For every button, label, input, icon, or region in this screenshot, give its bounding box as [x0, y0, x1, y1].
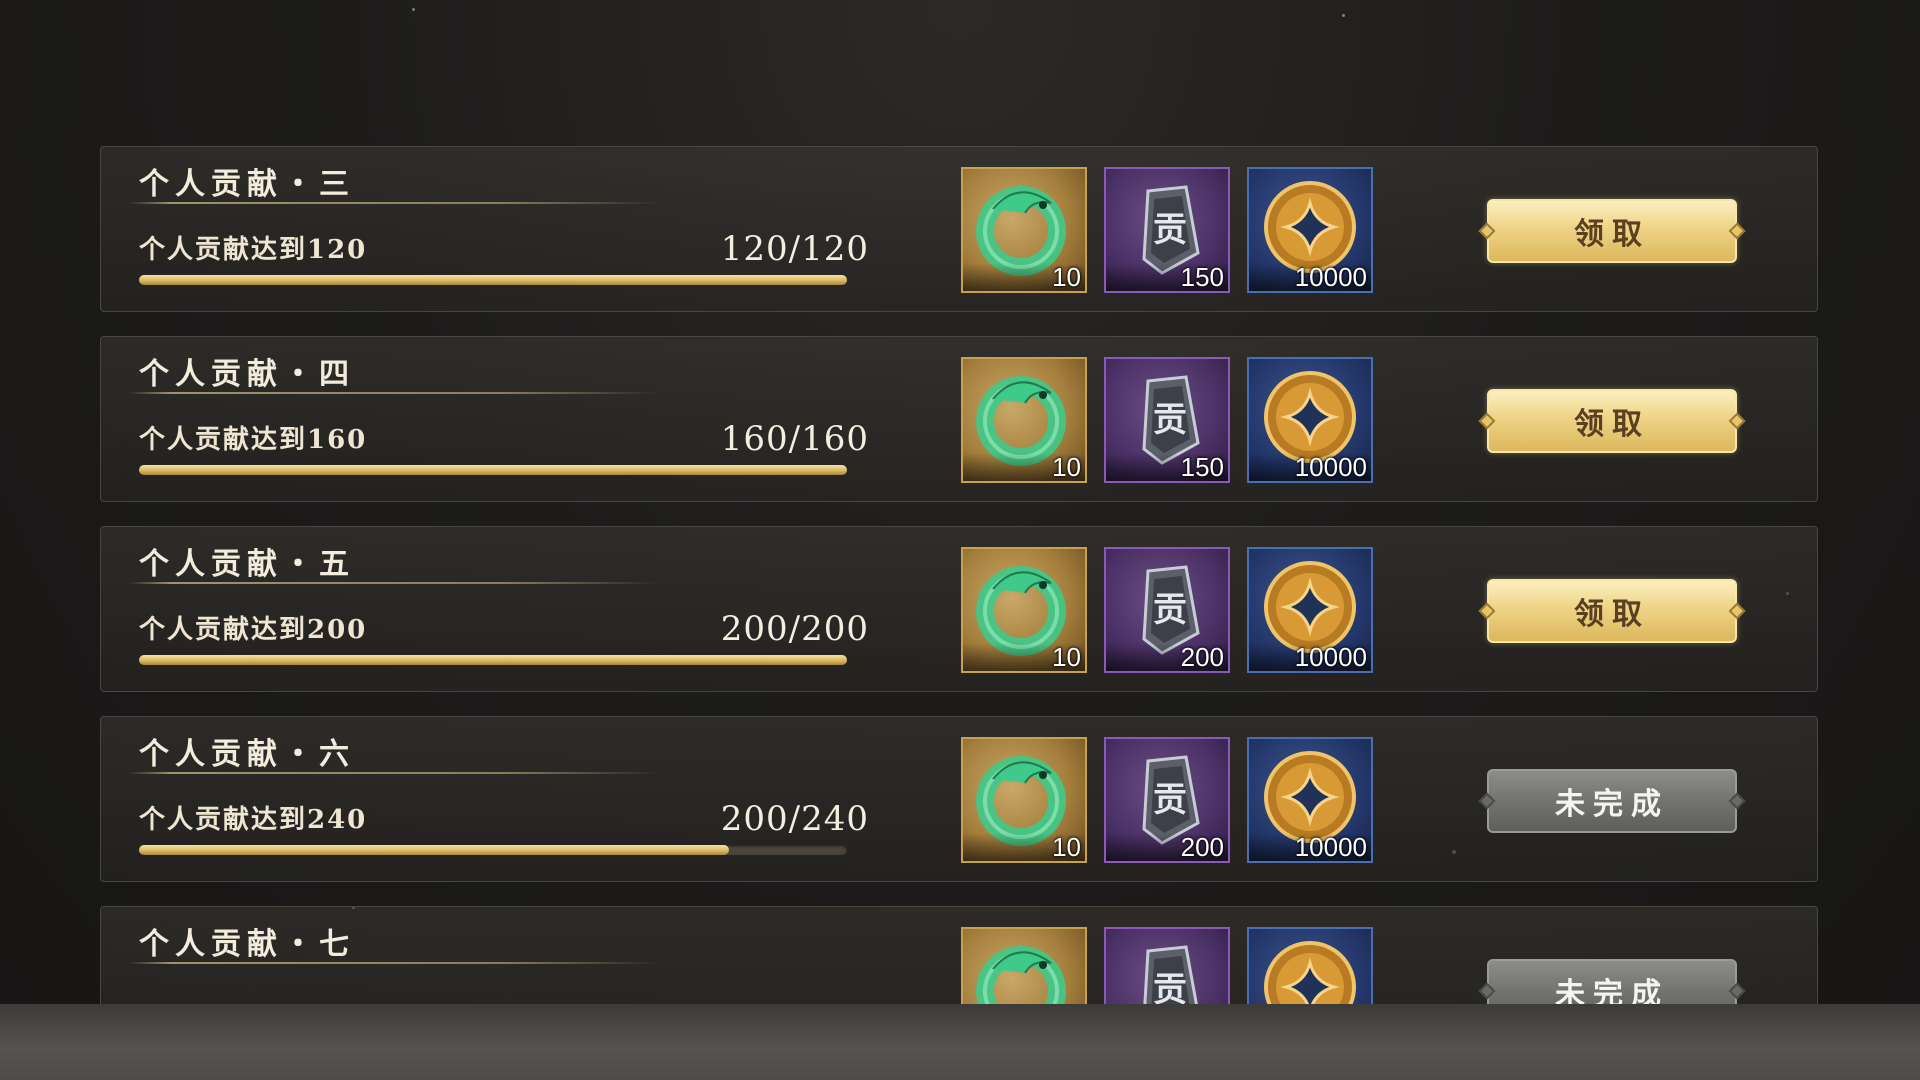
progress-count: 120/120	[720, 229, 869, 269]
button-label: 未完成	[1555, 787, 1669, 822]
reward-slot[interactable]: 10	[961, 547, 1087, 673]
reward-slot[interactable]: 贡 200	[1104, 547, 1230, 673]
reward-quantity: 200	[1180, 832, 1224, 862]
progress-bar	[139, 845, 847, 855]
reward-quantity: 10000	[1294, 832, 1367, 862]
task-title: 个人贡献・七	[139, 927, 355, 962]
task-requirement: 个人贡献达到240	[139, 805, 368, 835]
reward-slot[interactable]: 10000	[1247, 547, 1373, 673]
task-row: 个人贡献・四 个人贡献达到160 160/160 10 贡 150 10000 领…	[100, 336, 1818, 502]
reward-slot[interactable]: 贡	[1104, 927, 1230, 1004]
button-cap-right	[1728, 412, 1746, 430]
token-glyph: 贡	[1153, 970, 1187, 1004]
reward-slot[interactable]: 贡 150	[1104, 167, 1230, 293]
reward-slot[interactable]: 贡 200	[1104, 737, 1230, 863]
button-label: 领取	[1574, 217, 1650, 252]
reward-quantity: 150	[1180, 452, 1224, 482]
task-requirement: 个人贡献达到200	[139, 615, 368, 645]
contribution-task-list[interactable]: 个人贡献・三 个人贡献达到120 120/120 10 贡 150 10000 领…	[100, 146, 1820, 1004]
task-title: 个人贡献・五	[139, 547, 355, 582]
button-cap-right	[1728, 982, 1746, 1000]
button-cap-right	[1728, 222, 1746, 240]
claim-button[interactable]: 领取	[1478, 199, 1746, 263]
progress-bar	[139, 275, 847, 285]
incomplete-button[interactable]: 未完成	[1478, 769, 1746, 833]
progress-bar	[139, 465, 847, 475]
progress-bar-fill	[139, 275, 847, 285]
claim-button[interactable]: 领取	[1478, 389, 1746, 453]
token-glyph: 贡	[1153, 210, 1187, 250]
token-glyph: 贡	[1153, 400, 1187, 440]
button-label: 领取	[1574, 407, 1650, 442]
title-divider	[129, 582, 659, 584]
task-row: 个人贡献・三 个人贡献达到120 120/120 10 贡 150 10000 领…	[100, 146, 1818, 312]
reward-quantity: 10	[1052, 642, 1081, 672]
claim-button[interactable]: 领取	[1478, 579, 1746, 643]
reward-slot[interactable]: 10	[961, 167, 1087, 293]
reward-slot[interactable]: 10000	[1247, 737, 1373, 863]
token-glyph: 贡	[1153, 780, 1187, 820]
progress-count: 200/200	[720, 609, 869, 649]
button-cap-right	[1728, 602, 1746, 620]
progress-bar	[139, 655, 847, 665]
dust-speck	[412, 8, 415, 11]
reward-quantity: 10	[1052, 832, 1081, 862]
reward-slot[interactable]: 10000	[1247, 167, 1373, 293]
title-divider	[129, 772, 659, 774]
reward-quantity: 10000	[1294, 452, 1367, 482]
reward-slot[interactable]	[1247, 927, 1373, 1004]
task-requirement: 个人贡献达到160	[139, 425, 368, 455]
progress-bar-fill	[139, 845, 729, 855]
button-cap-left	[1478, 982, 1496, 1000]
reward-quantity: 10000	[1294, 262, 1367, 292]
incomplete-button[interactable]: 未完成	[1478, 959, 1746, 1004]
progress-count: 160/160	[720, 419, 869, 459]
reward-quantity: 10000	[1294, 642, 1367, 672]
button-label: 领取	[1574, 597, 1650, 632]
token-glyph: 贡	[1153, 590, 1187, 630]
task-title: 个人贡献・四	[139, 357, 355, 392]
progress-count: 200/240	[720, 799, 869, 839]
button-label: 未完成	[1555, 977, 1669, 1004]
task-requirement: 个人贡献达到120	[139, 235, 368, 265]
progress-bar-fill	[139, 465, 847, 475]
reward-slot[interactable]	[961, 927, 1087, 1004]
reward-slot[interactable]: 10	[961, 737, 1087, 863]
dust-speck	[1342, 14, 1345, 17]
reward-slot[interactable]: 10	[961, 357, 1087, 483]
task-title: 个人贡献・六	[139, 737, 355, 772]
title-divider	[129, 392, 659, 394]
button-cap-left	[1478, 412, 1496, 430]
reward-quantity: 10	[1052, 262, 1081, 292]
button-cap-left	[1478, 792, 1496, 810]
button-cap-left	[1478, 602, 1496, 620]
progress-bar-fill	[139, 655, 847, 665]
task-row: 个人贡献・六 个人贡献达到240 200/240 10 贡 200 10000 未…	[100, 716, 1818, 882]
reward-quantity: 200	[1180, 642, 1224, 672]
button-cap-left	[1478, 222, 1496, 240]
title-divider	[129, 962, 659, 964]
title-divider	[129, 202, 659, 204]
button-cap-right	[1728, 792, 1746, 810]
reward-quantity: 150	[1180, 262, 1224, 292]
task-row: 个人贡献・五 个人贡献达到200 200/200 10 贡 200 10000 领…	[100, 526, 1818, 692]
task-title: 个人贡献・三	[139, 167, 355, 202]
reward-slot[interactable]: 10000	[1247, 357, 1373, 483]
task-row: 个人贡献・七 贡 未完成	[100, 906, 1818, 1004]
reward-slot[interactable]: 贡 150	[1104, 357, 1230, 483]
reward-quantity: 10	[1052, 452, 1081, 482]
bottom-fade-panel	[0, 1004, 1920, 1080]
